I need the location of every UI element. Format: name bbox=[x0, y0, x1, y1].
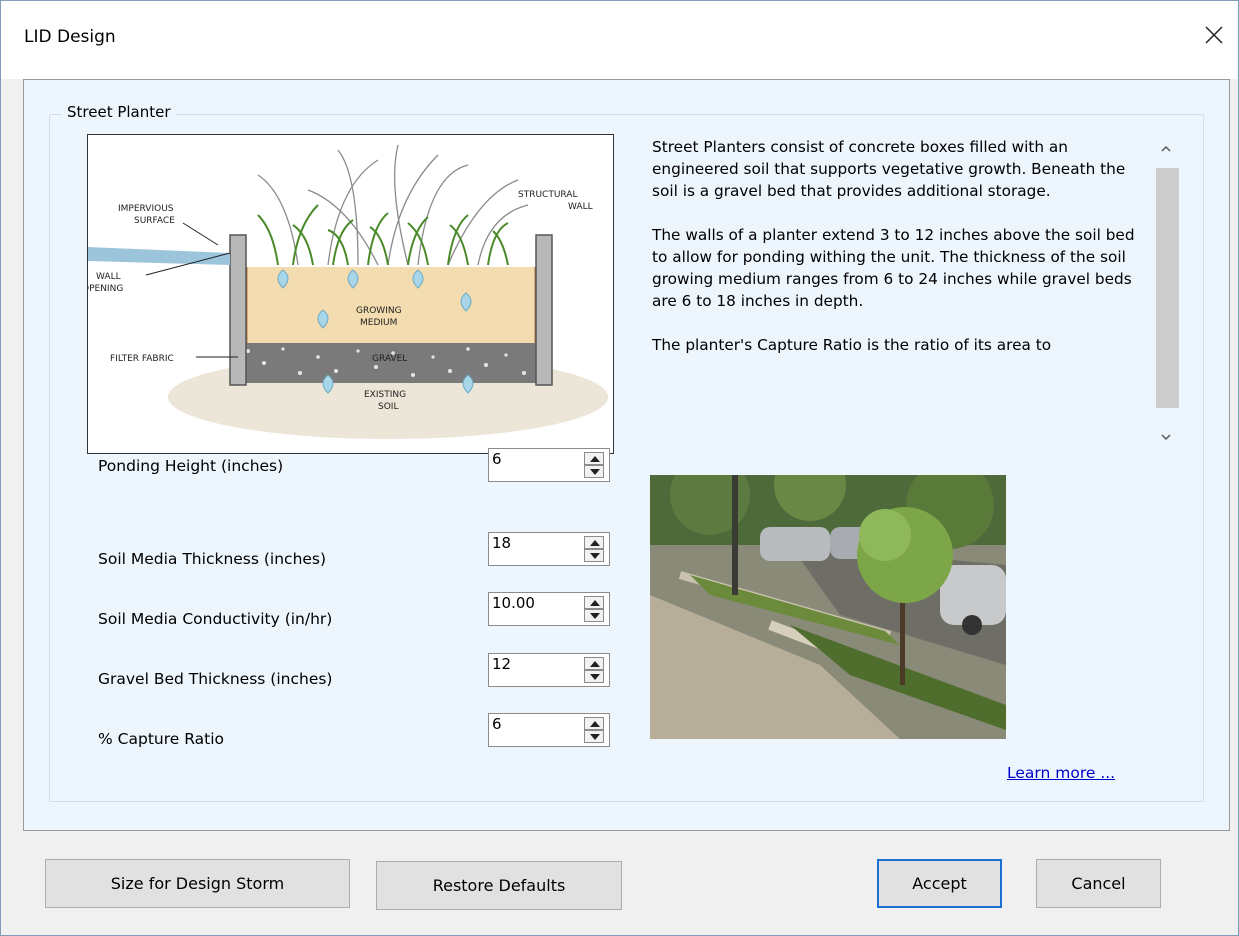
window-title: LID Design bbox=[24, 27, 116, 47]
triangle-down-icon bbox=[590, 553, 600, 559]
spin-up-button[interactable] bbox=[584, 536, 604, 549]
planter-cross-section-diagram: IMPERVIOUS SURFACE STRUCTURAL WALL WALL … bbox=[87, 134, 614, 454]
restore-defaults-button[interactable]: Restore Defaults bbox=[376, 861, 622, 910]
title-bar: LID Design bbox=[1, 1, 1238, 79]
spin-down-button[interactable] bbox=[584, 549, 604, 562]
spinner-buttons bbox=[584, 452, 604, 478]
triangle-down-icon bbox=[590, 469, 600, 475]
description-scrollbar[interactable] bbox=[1153, 134, 1179, 456]
spin-down-button[interactable] bbox=[584, 730, 604, 743]
triangle-down-icon bbox=[590, 674, 600, 680]
lid-design-dialog: LID Design Street Planter IMPERVIOUS SUR… bbox=[0, 0, 1239, 936]
diagram-label-wall-opening-1: WALL bbox=[96, 272, 121, 282]
spin-down-button[interactable] bbox=[584, 465, 604, 478]
spinner-buttons bbox=[584, 596, 604, 622]
diagram-label-structural: STRUCTURAL bbox=[518, 190, 577, 200]
group-title: Street Planter bbox=[62, 103, 176, 121]
chevron-up-icon bbox=[1161, 145, 1171, 152]
cancel-button[interactable]: Cancel bbox=[1036, 859, 1161, 908]
soil-media-conductivity-label: Soil Media Conductivity (in/hr) bbox=[98, 610, 333, 628]
gravel-bed-thickness-label: Gravel Bed Thickness (inches) bbox=[98, 670, 333, 688]
diagram-label-gravel: GRAVEL bbox=[372, 354, 407, 364]
diagram-label-existing: EXISTING bbox=[364, 390, 406, 400]
spinner-buttons bbox=[584, 717, 604, 743]
gravel-bed-thickness-value[interactable]: 12 bbox=[492, 655, 511, 673]
description-paragraph: The planter's Capture Ratio is the ratio… bbox=[652, 336, 1052, 354]
scroll-up-button[interactable] bbox=[1153, 134, 1179, 164]
diagram-label-soil: SOIL bbox=[378, 402, 398, 412]
diagram-label-growing: GROWING bbox=[356, 306, 402, 316]
size-for-design-storm-button[interactable]: Size for Design Storm bbox=[45, 859, 350, 908]
accept-button[interactable]: Accept bbox=[877, 859, 1002, 908]
street-planter-photo bbox=[650, 475, 1006, 739]
soil-media-thickness-value[interactable]: 18 bbox=[492, 534, 511, 552]
triangle-up-icon bbox=[590, 600, 600, 606]
diagram-label-filter-fabric: FILTER FABRIC bbox=[110, 354, 174, 364]
dialog-client-area: Street Planter IMPERVIOUS SURFACE STRUCT… bbox=[23, 79, 1230, 831]
description-paragraph: The walls of a planter extend 3 to 12 in… bbox=[652, 226, 1135, 310]
triangle-down-icon bbox=[590, 613, 600, 619]
diagram-label-surface: SURFACE bbox=[134, 216, 175, 226]
scrollbar-thumb[interactable] bbox=[1156, 168, 1179, 408]
diagram-label-impervious: IMPERVIOUS bbox=[118, 204, 174, 214]
spin-down-button[interactable] bbox=[584, 609, 604, 622]
triangle-up-icon bbox=[590, 721, 600, 727]
diagram-label-medium: MEDIUM bbox=[360, 318, 397, 328]
triangle-up-icon bbox=[590, 661, 600, 667]
ponding-height-value[interactable]: 6 bbox=[492, 450, 502, 468]
description-paragraph: Street Planters consist of concrete boxe… bbox=[652, 138, 1126, 200]
scroll-down-button[interactable] bbox=[1153, 422, 1179, 452]
soil-media-thickness-label: Soil Media Thickness (inches) bbox=[98, 550, 327, 568]
triangle-up-icon bbox=[590, 456, 600, 462]
soil-media-conductivity-spinner[interactable]: 10.00 bbox=[488, 592, 610, 626]
capture-ratio-value[interactable]: 6 bbox=[492, 715, 502, 733]
chevron-down-icon bbox=[1161, 434, 1171, 441]
capture-ratio-label: % Capture Ratio bbox=[98, 730, 225, 748]
ponding-height-spinner[interactable]: 6 bbox=[488, 448, 610, 482]
diagram-label-wall-opening-2: OPENING bbox=[88, 284, 123, 294]
spinner-buttons bbox=[584, 536, 604, 562]
close-button[interactable] bbox=[1196, 17, 1232, 53]
ponding-height-label: Ponding Height (inches) bbox=[98, 457, 284, 475]
gravel-bed-thickness-spinner[interactable]: 12 bbox=[488, 653, 610, 687]
spinner-buttons bbox=[584, 657, 604, 683]
spin-down-button[interactable] bbox=[584, 670, 604, 683]
close-icon bbox=[1205, 26, 1223, 44]
diagram-label-wall: WALL bbox=[568, 202, 593, 212]
spin-up-button[interactable] bbox=[584, 596, 604, 609]
learn-more-link[interactable]: Learn more ... bbox=[1007, 764, 1115, 782]
spin-up-button[interactable] bbox=[584, 452, 604, 465]
triangle-down-icon bbox=[590, 734, 600, 740]
soil-media-thickness-spinner[interactable]: 18 bbox=[488, 532, 610, 566]
description-text[interactable]: Street Planters consist of concrete boxe… bbox=[652, 136, 1149, 455]
spin-up-button[interactable] bbox=[584, 717, 604, 730]
triangle-up-icon bbox=[590, 540, 600, 546]
spin-up-button[interactable] bbox=[584, 657, 604, 670]
soil-media-conductivity-value[interactable]: 10.00 bbox=[492, 594, 535, 612]
capture-ratio-spinner[interactable]: 6 bbox=[488, 713, 610, 747]
